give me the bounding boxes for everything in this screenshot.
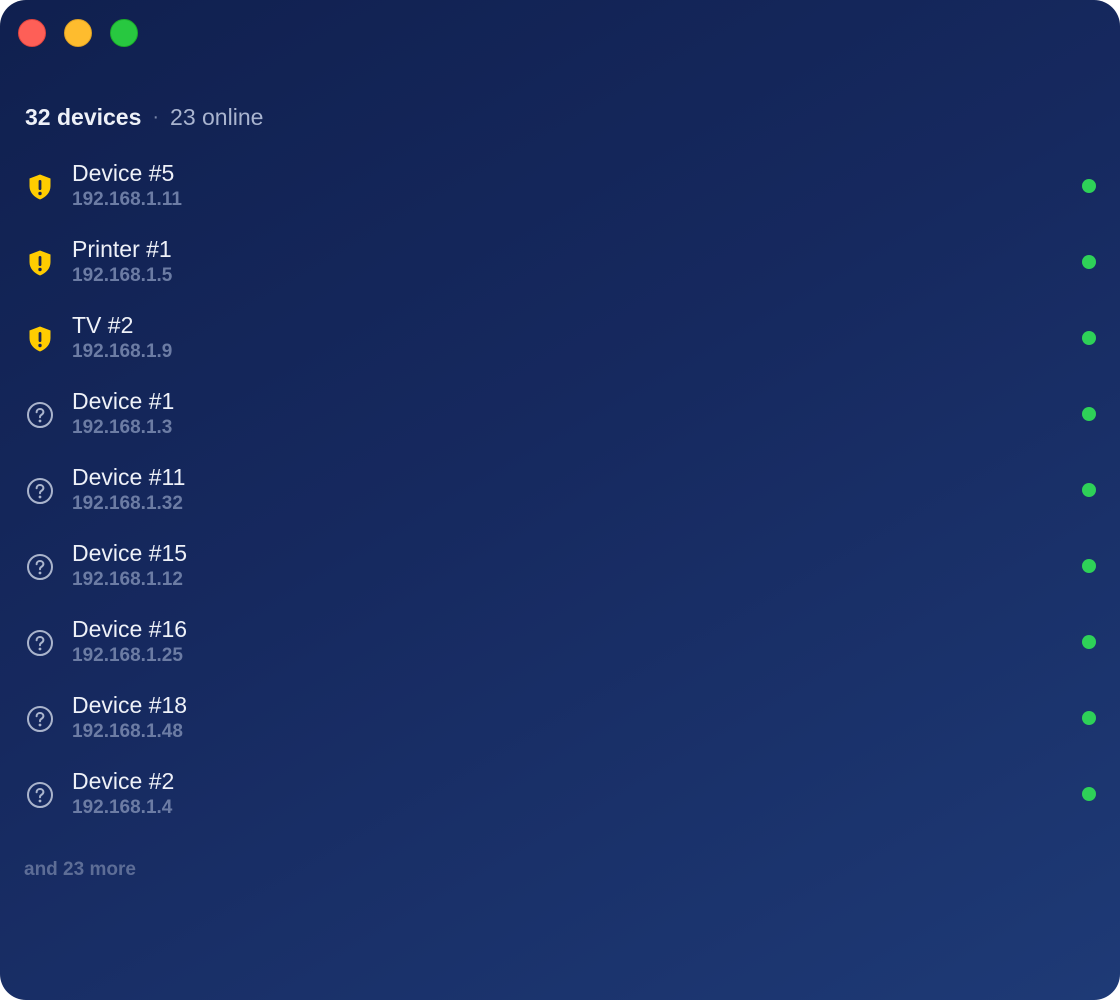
status-online-dot xyxy=(1082,635,1096,649)
device-row-8[interactable]: Device #18 192.168.1.48 xyxy=(0,680,1120,756)
summary-separator: · xyxy=(152,106,160,128)
device-ip: 192.168.1.11 xyxy=(72,189,182,210)
question-circle-icon xyxy=(26,553,54,581)
maximize-window-button[interactable] xyxy=(110,19,138,47)
status-online-dot xyxy=(1082,407,1096,421)
device-name: Device #18 xyxy=(72,692,188,718)
device-ip: 192.168.1.4 xyxy=(72,797,173,818)
device-ip: 192.168.1.48 xyxy=(72,721,183,742)
shield-warning-icon xyxy=(26,173,54,201)
question-circle-icon xyxy=(26,401,54,429)
device-list: Device #5 192.168.1.11 Printer #1 192.16… xyxy=(0,148,1120,832)
device-row-9[interactable]: Device #2 192.168.1.4 xyxy=(0,756,1120,832)
device-ip: 192.168.1.25 xyxy=(72,645,183,666)
more-devices-label[interactable]: and 23 more xyxy=(24,859,136,881)
window-controls xyxy=(18,19,138,47)
device-name: Device #15 xyxy=(72,540,188,566)
device-ip: 192.168.1.32 xyxy=(72,493,183,514)
device-name: Device #11 xyxy=(72,464,186,490)
device-row-2[interactable]: Printer #1 192.168.1.5 xyxy=(0,224,1120,300)
device-list-window: 32 devices · 23 online Device #5 192.168… xyxy=(0,0,1120,1000)
status-online-dot xyxy=(1082,787,1096,801)
device-ip: 192.168.1.5 xyxy=(72,265,173,286)
device-name: Device #1 xyxy=(72,388,175,414)
minimize-window-button[interactable] xyxy=(64,19,92,47)
device-name: Device #5 xyxy=(72,160,175,186)
device-ip: 192.168.1.3 xyxy=(72,417,173,438)
shield-warning-icon xyxy=(26,249,54,277)
device-ip: 192.168.1.12 xyxy=(72,569,183,590)
status-online-dot xyxy=(1082,179,1096,193)
device-row-4[interactable]: Device #1 192.168.1.3 xyxy=(0,376,1120,452)
question-circle-icon xyxy=(26,781,54,809)
status-online-dot xyxy=(1082,255,1096,269)
device-row-6[interactable]: Device #15 192.168.1.12 xyxy=(0,528,1120,604)
question-circle-icon xyxy=(26,705,54,733)
status-online-dot xyxy=(1082,483,1096,497)
shield-warning-icon xyxy=(26,325,54,353)
close-window-button[interactable] xyxy=(18,19,46,47)
device-row-5[interactable]: Device #11 192.168.1.32 xyxy=(0,452,1120,528)
device-count: 32 devices xyxy=(25,104,142,130)
question-circle-icon xyxy=(26,477,54,505)
device-name: Printer #1 xyxy=(72,236,172,262)
device-name: Device #16 xyxy=(72,616,188,642)
device-name: TV #2 xyxy=(72,312,134,338)
device-summary: 32 devices · 23 online xyxy=(25,104,263,131)
device-row-1[interactable]: Device #5 192.168.1.11 xyxy=(0,148,1120,224)
status-online-dot xyxy=(1082,559,1096,573)
device-row-3[interactable]: TV #2 192.168.1.9 xyxy=(0,300,1120,376)
question-circle-icon xyxy=(26,629,54,657)
online-count: 23 online xyxy=(170,104,264,130)
status-online-dot xyxy=(1082,331,1096,345)
device-row-7[interactable]: Device #16 192.168.1.25 xyxy=(0,604,1120,680)
status-online-dot xyxy=(1082,711,1096,725)
device-name: Device #2 xyxy=(72,768,175,794)
device-ip: 192.168.1.9 xyxy=(72,341,173,362)
